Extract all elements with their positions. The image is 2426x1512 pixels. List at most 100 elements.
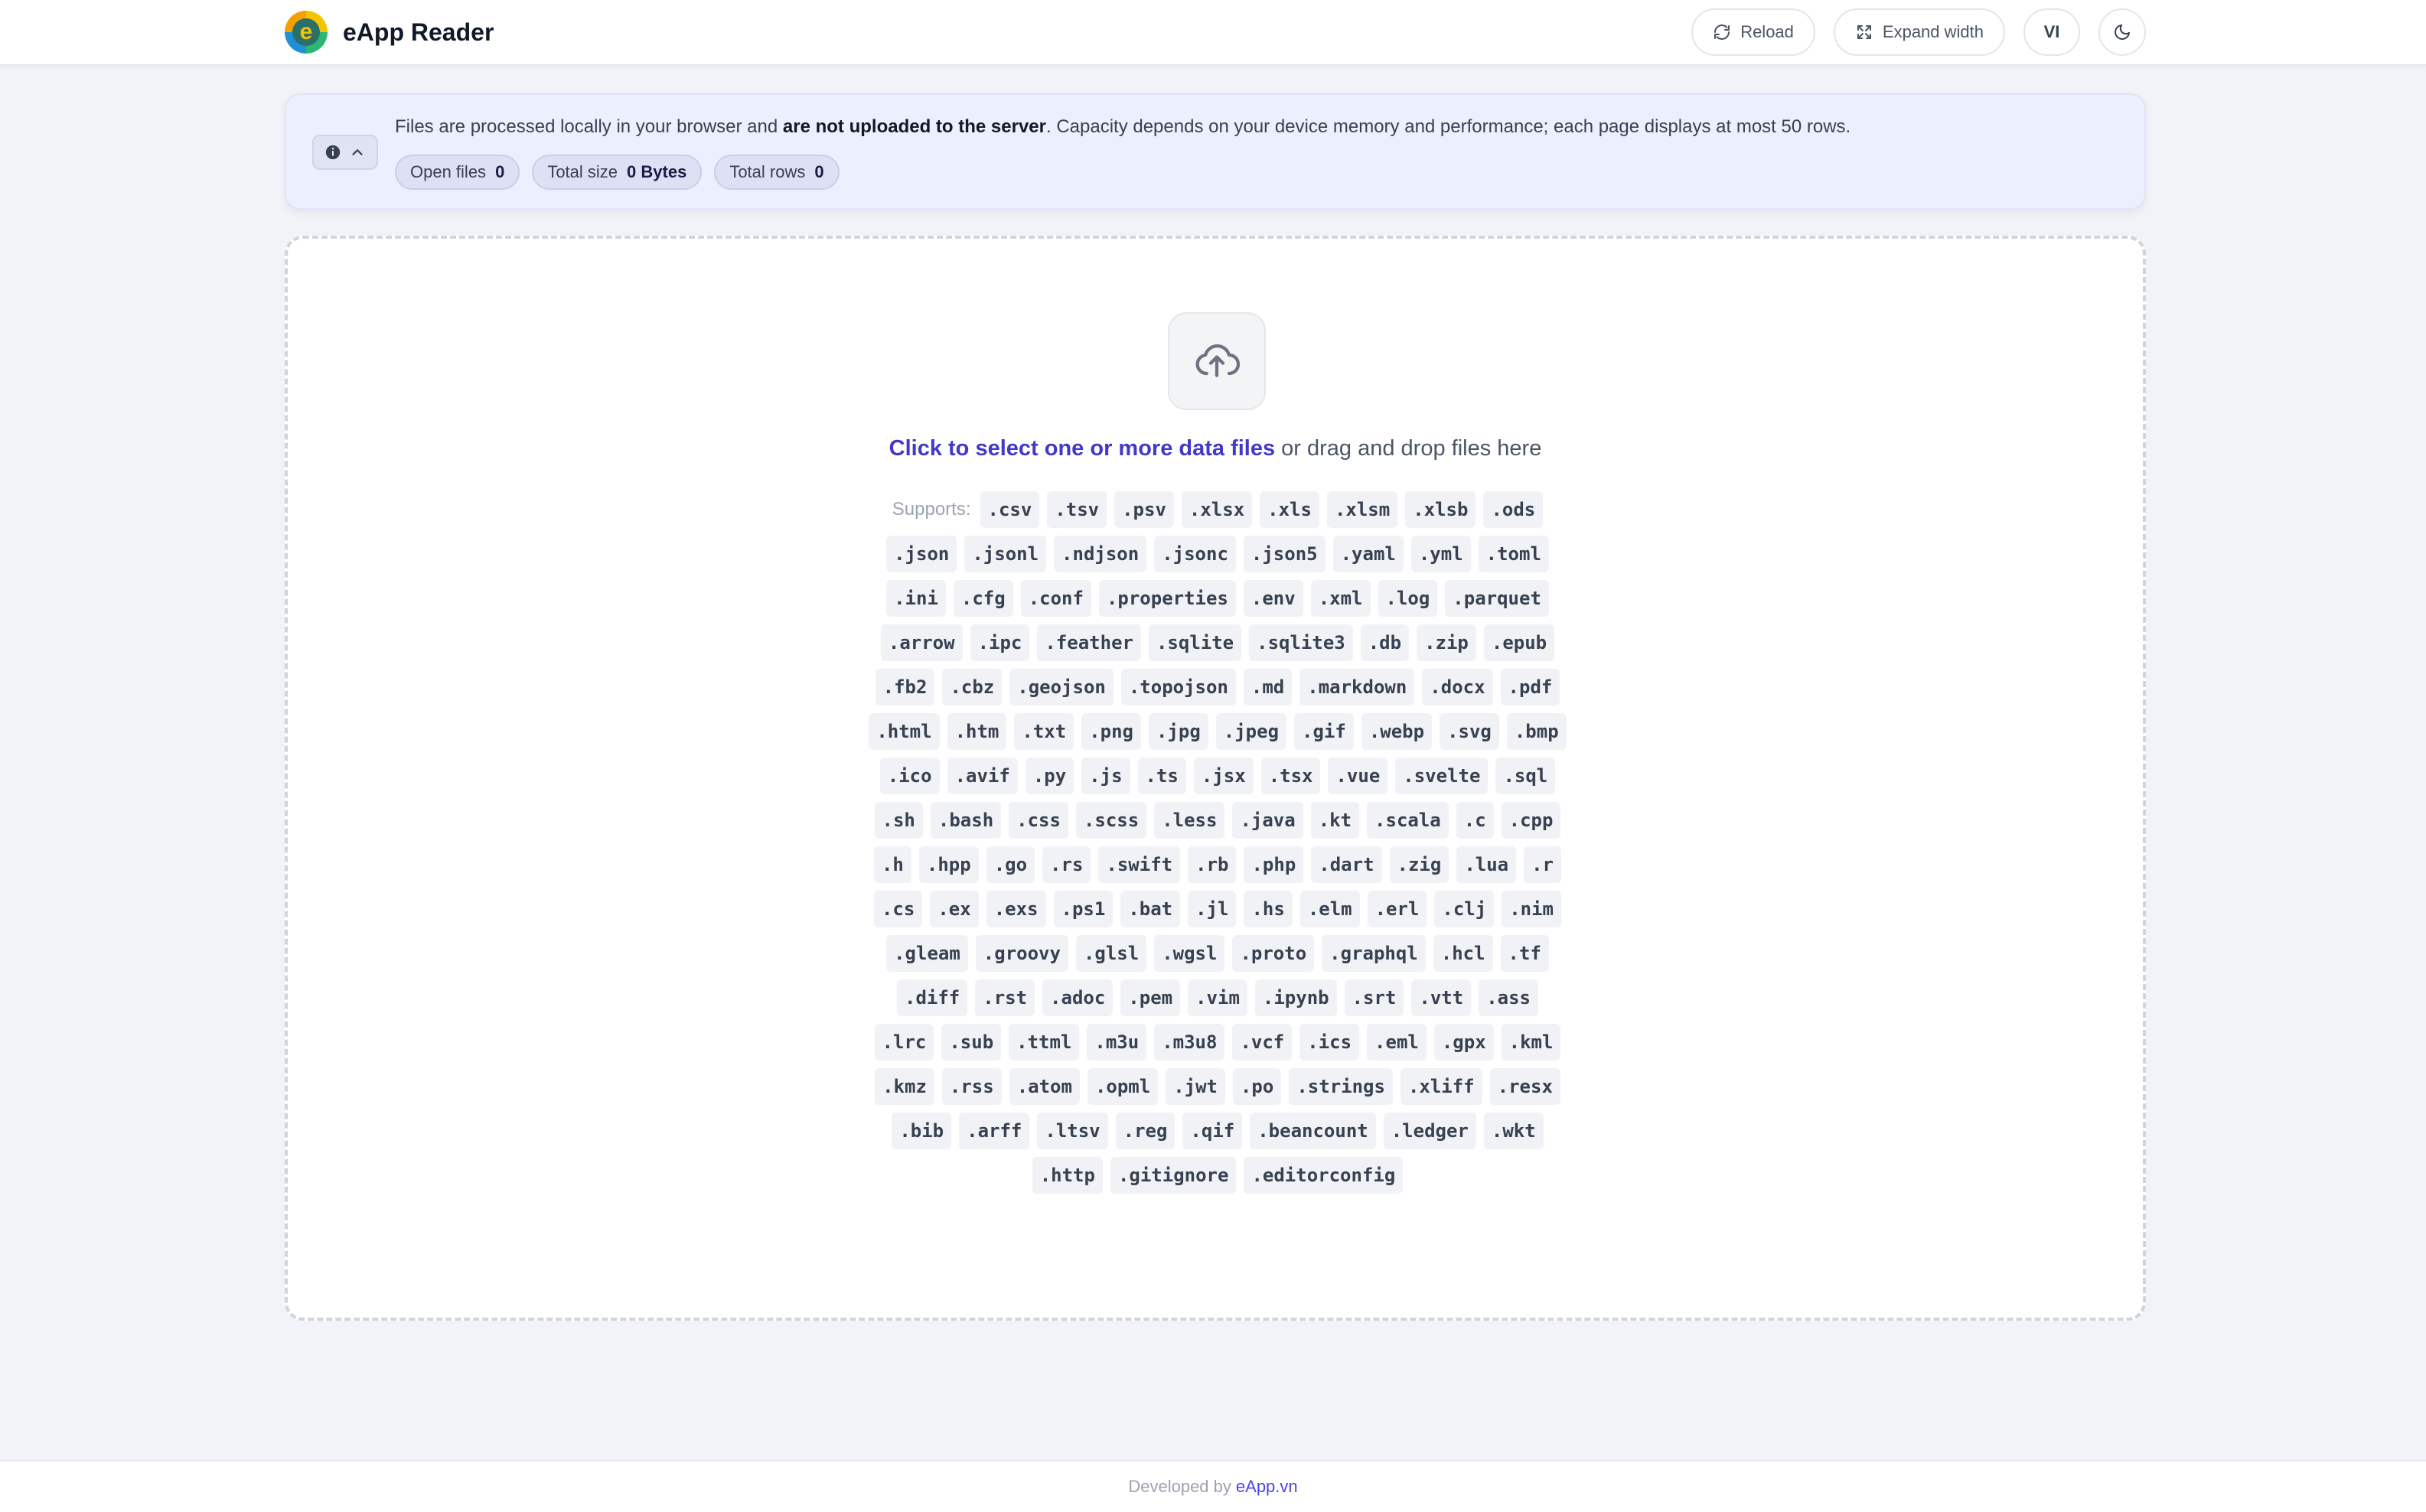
extension-tag: .ico	[879, 758, 940, 794]
app-title: eApp Reader	[343, 18, 494, 46]
extension-tag: .vim	[1188, 979, 1247, 1016]
extension-tag: .wkt	[1483, 1113, 1544, 1149]
extension-tag: .json5	[1243, 536, 1325, 572]
extension-tag: .sqlite	[1148, 624, 1242, 661]
extension-tag: .cs	[873, 891, 923, 927]
extension-tag: .sub	[941, 1024, 1002, 1061]
extension-tag: .svg	[1440, 713, 1499, 750]
extension-tag: .go	[986, 846, 1035, 883]
info-icon	[325, 145, 341, 160]
extension-tag: .xlsb	[1405, 491, 1476, 528]
extension-tag: .csv	[980, 491, 1040, 528]
extension-tag: .json	[886, 536, 957, 572]
extension-tag: .diff	[897, 979, 968, 1016]
extension-tag: .png	[1081, 713, 1141, 750]
info-text-pre: Files are processed locally in your brow…	[395, 116, 783, 137]
expand-width-button[interactable]: Expand width	[1833, 8, 2005, 56]
footer-prefix: Developed by	[1128, 1477, 1231, 1496]
extension-tag: .gif	[1294, 713, 1354, 750]
extension-tag: .docx	[1422, 669, 1493, 705]
info-panel: Files are processed locally in your brow…	[285, 93, 2146, 210]
extension-tag: .beancount	[1250, 1113, 1376, 1149]
extension-tag: .php	[1244, 846, 1304, 883]
extension-tag: .cfg	[953, 580, 1013, 617]
app-header: e eApp Reader Reload Expand width VI	[0, 0, 2426, 66]
extension-tag: .strings	[1289, 1068, 1393, 1105]
extension-tag: .rb	[1188, 846, 1237, 883]
footer-link[interactable]: eApp.vn	[1236, 1477, 1298, 1497]
extension-tag: .jpeg	[1215, 713, 1287, 750]
select-files-link[interactable]: Click to select one or more data files	[889, 436, 1275, 461]
chip-value: 0	[495, 162, 505, 181]
extension-tag: .vtt	[1411, 979, 1472, 1016]
extension-tag: .resx	[1489, 1068, 1560, 1105]
extension-tag: .rs	[1042, 846, 1091, 883]
moon-icon	[2115, 24, 2130, 40]
extension-tag: .feather	[1037, 624, 1141, 661]
total-size-chip: Total size 0 Bytes	[532, 155, 703, 190]
extension-tag: .ndjson	[1054, 536, 1147, 572]
extension-tag: .c	[1456, 802, 1494, 839]
extension-tag: .xml	[1310, 580, 1371, 617]
extension-tag: .ipc	[970, 624, 1030, 661]
extension-tag: .adoc	[1042, 979, 1114, 1016]
extension-tag: .m3u8	[1154, 1024, 1225, 1061]
info-toggle-button[interactable]	[312, 135, 378, 170]
extension-tag: .arff	[959, 1113, 1030, 1149]
chevron-up-icon	[352, 149, 363, 155]
open-files-chip: Open files 0	[395, 155, 520, 190]
extension-tag: .jsonl	[964, 536, 1047, 572]
extension-tag: .xls	[1260, 491, 1319, 528]
logo-letter: e	[299, 19, 313, 44]
extension-tag: .ts	[1137, 758, 1186, 794]
extension-tag: .tsv	[1047, 491, 1107, 528]
extension-tag: .kt	[1310, 802, 1360, 839]
extension-tag: .conf	[1020, 580, 1091, 617]
extension-tag: .gpx	[1433, 1024, 1494, 1061]
extension-tag: .jl	[1188, 891, 1237, 927]
extension-tag: .env	[1243, 580, 1303, 617]
upload-icon-box[interactable]	[1168, 312, 1266, 410]
extension-tag: .toml	[1478, 536, 1549, 572]
extension-tag: .http	[1032, 1157, 1103, 1194]
extension-tag: .wgsl	[1154, 935, 1225, 972]
extension-tag: .ps1	[1053, 891, 1114, 927]
extension-tag: .yaml	[1332, 536, 1404, 572]
chip-value: 0	[814, 162, 824, 181]
extension-tag: .ltsv	[1037, 1113, 1108, 1149]
extension-tag: .ledger	[1383, 1113, 1476, 1149]
extension-tag: .java	[1232, 802, 1303, 839]
extension-tag: .hpp	[918, 846, 979, 883]
extension-tag: .htm	[947, 713, 1007, 750]
brand[interactable]: e eApp Reader	[285, 11, 494, 54]
expand-width-label: Expand width	[1882, 22, 1984, 41]
info-text: Files are processed locally in your brow…	[395, 116, 1850, 138]
extension-tag: .tf	[1500, 935, 1549, 972]
file-dropzone[interactable]: Click to select one or more data files o…	[285, 236, 2146, 1321]
extension-tag: .tsx	[1260, 758, 1321, 794]
chip-label: Total size	[547, 162, 618, 181]
extension-tag: .fb2	[875, 669, 935, 705]
extension-tag: .swift	[1098, 846, 1181, 883]
extension-tag: .editorconfig	[1244, 1157, 1404, 1194]
extension-tag: .sqlite3	[1249, 624, 1353, 661]
extension-tag: .gitignore	[1110, 1157, 1237, 1194]
extension-tag: .sh	[874, 802, 923, 839]
reload-button[interactable]: Reload	[1691, 8, 1815, 56]
extension-tag: .r	[1524, 846, 1562, 883]
extension-tag: .epub	[1483, 624, 1555, 661]
extension-tag: .scss	[1075, 802, 1147, 839]
extension-tag: .erl	[1367, 891, 1427, 927]
expand-icon	[1857, 25, 1871, 39]
extension-tag: .kml	[1501, 1024, 1561, 1061]
extension-tag: .yml	[1410, 536, 1471, 572]
extension-tag: .py	[1025, 758, 1074, 794]
extension-tag: .groovy	[975, 935, 1068, 972]
theme-toggle-button[interactable]	[2098, 8, 2146, 56]
extension-tag: .kmz	[875, 1068, 934, 1105]
extension-tag: .svelte	[1395, 758, 1489, 794]
extension-tag: .ttml	[1009, 1024, 1080, 1061]
extension-tag: .srt	[1344, 979, 1404, 1016]
extension-tag: .jsx	[1193, 758, 1254, 794]
language-button[interactable]: VI	[2023, 8, 2080, 56]
